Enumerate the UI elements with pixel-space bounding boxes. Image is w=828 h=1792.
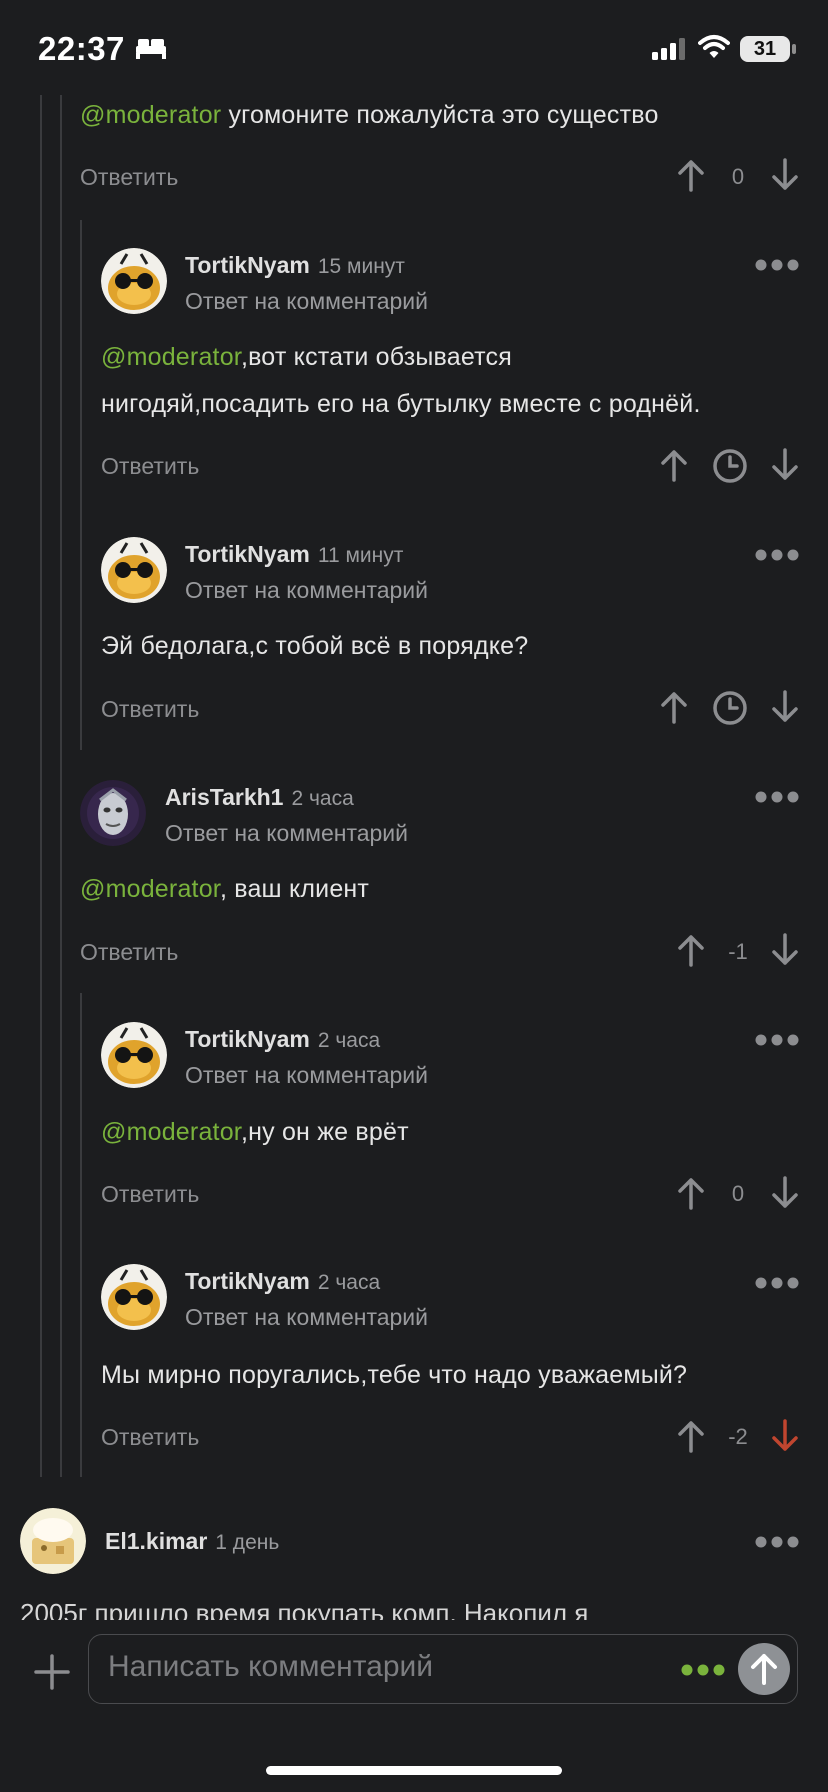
avatar[interactable] <box>80 780 146 846</box>
more-options-icon[interactable] <box>754 1276 800 1290</box>
reply-button[interactable]: Ответить <box>101 1424 199 1451</box>
comment-time: 2 часа <box>291 787 354 810</box>
vote-score: -1 <box>728 939 748 964</box>
upvote-arrow-icon[interactable] <box>659 448 689 482</box>
comment-time: 1 день <box>215 1531 280 1554</box>
upvote-arrow-icon[interactable] <box>659 690 689 724</box>
upvote-arrow-icon[interactable] <box>676 158 706 192</box>
more-options-icon[interactable] <box>754 258 800 272</box>
avatar[interactable] <box>101 1022 167 1088</box>
reply-button[interactable]: Ответить <box>80 939 178 966</box>
cellular-signal-icon <box>652 38 685 60</box>
mention-link[interactable]: @moderator <box>80 101 221 129</box>
clock: 22:37 <box>38 30 125 67</box>
comment-time: 2 часа <box>317 1271 381 1294</box>
upvote-arrow-icon[interactable] <box>676 1176 706 1210</box>
comment-time: 11 минут <box>317 544 404 567</box>
upvote-arrow-icon[interactable] <box>676 933 706 967</box>
avatar[interactable] <box>101 1264 167 1330</box>
clock-icon <box>713 449 747 483</box>
wifi-icon <box>698 35 730 58</box>
plus-icon[interactable] <box>32 1652 72 1692</box>
downvote-arrow-icon[interactable] <box>770 1176 800 1210</box>
comment-body: @moderator, ваш клиент <box>80 875 370 903</box>
avatar[interactable] <box>20 1508 86 1574</box>
more-options-icon[interactable] <box>754 790 800 804</box>
vote-score: -2 <box>728 1424 748 1449</box>
reply-button[interactable]: Ответить <box>101 1181 199 1208</box>
vote-score: 0 <box>731 1181 745 1206</box>
comment-body: @moderator,ну он же врёт <box>101 1118 409 1146</box>
downvote-arrow-icon[interactable] <box>770 448 800 482</box>
comment-author[interactable]: TortikNyam 15 минут <box>185 252 405 279</box>
more-options-icon[interactable] <box>680 1663 726 1677</box>
comment-body: Эй бедолага,с тобой всё в порядке? <box>101 632 529 660</box>
battery-indicator: 31 <box>740 36 790 62</box>
sleep-focus-icon <box>136 39 166 59</box>
comment-body: @moderator угомоните пожалуйста это суще… <box>80 101 659 129</box>
battery-tip <box>792 44 796 54</box>
comment-time: 15 минут <box>317 255 405 278</box>
reply-button[interactable]: Ответить <box>101 453 199 480</box>
comment-body: Мы мирно поругались,тебе что надо уважае… <box>101 1361 688 1389</box>
reply-to-label: Ответ на комментарий <box>165 820 409 846</box>
home-indicator[interactable] <box>266 1766 562 1775</box>
reply-button[interactable]: Ответить <box>80 164 178 191</box>
reply-to-label: Ответ на комментарий <box>185 1062 429 1088</box>
downvote-arrow-icon[interactable] <box>770 158 800 192</box>
thread-line <box>60 95 62 1477</box>
more-options-icon[interactable] <box>754 1033 800 1047</box>
downvote-arrow-icon[interactable] <box>770 690 800 724</box>
thread-line <box>80 220 82 750</box>
avatar[interactable] <box>101 537 167 603</box>
thread-line <box>40 95 42 1477</box>
mention-link[interactable]: @moderator <box>101 343 241 371</box>
clock-icon <box>713 691 747 725</box>
reply-to-label: Ответ на комментарий <box>185 288 429 314</box>
send-button[interactable] <box>738 1643 790 1695</box>
comment-author[interactable]: El1.kimar 1 день <box>105 1528 279 1555</box>
more-options-icon[interactable] <box>754 548 800 562</box>
comment-time: 2 часа <box>317 1029 381 1052</box>
reply-button[interactable]: Ответить <box>101 696 199 723</box>
comment-author[interactable]: TortikNyam 2 часа <box>185 1268 380 1295</box>
comment-author[interactable]: TortikNyam 11 минут <box>185 541 403 568</box>
comment-author[interactable]: TortikNyam 2 часа <box>185 1026 380 1053</box>
mention-link[interactable]: @moderator <box>101 1118 241 1146</box>
downvote-arrow-icon[interactable] <box>770 933 800 967</box>
upvote-arrow-icon[interactable] <box>676 1419 706 1453</box>
reply-to-label: Ответ на комментарий <box>185 1304 429 1330</box>
avatar[interactable] <box>101 248 167 314</box>
mention-link[interactable]: @moderator <box>80 875 220 903</box>
send-arrow-icon <box>751 1654 777 1685</box>
more-options-icon[interactable] <box>754 1535 800 1549</box>
vote-score: 0 <box>731 164 745 189</box>
comment-body: @moderator,вот кстати обзывается нигодяй… <box>101 343 701 418</box>
reply-to-label: Ответ на комментарий <box>185 577 429 603</box>
thread-line <box>80 993 82 1477</box>
status-bar: 22:37 31 <box>0 0 828 90</box>
comment-input[interactable]: Написать комментарий <box>108 1650 433 1684</box>
downvote-arrow-icon[interactable] <box>770 1419 800 1453</box>
comment-author[interactable]: ArisTarkh1 2 часа <box>165 784 354 811</box>
